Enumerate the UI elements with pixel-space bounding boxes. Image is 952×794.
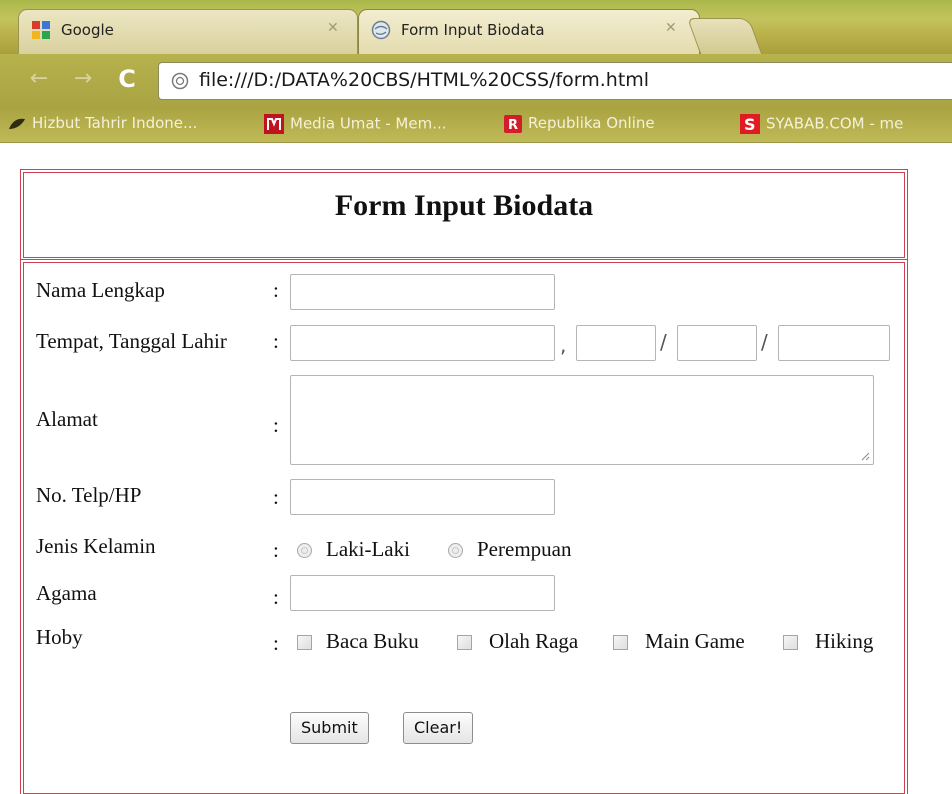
leaf-icon bbox=[9, 118, 25, 129]
bookmark-label: Republika Online bbox=[528, 114, 655, 132]
svg-text:R: R bbox=[508, 118, 518, 133]
colon: : bbox=[273, 413, 279, 437]
nama-label: Nama Lengkap bbox=[36, 278, 165, 302]
comma-separator: , bbox=[560, 333, 567, 357]
bulan-input[interactable] bbox=[677, 325, 757, 361]
telp-label: No. Telp/HP bbox=[36, 483, 142, 507]
close-icon[interactable]: ✕ bbox=[665, 20, 677, 36]
m-logo-icon bbox=[264, 114, 284, 134]
tab-form-title: Form Input Biodata bbox=[401, 21, 545, 39]
svg-text:S: S bbox=[744, 115, 756, 134]
agama-label: Agama bbox=[36, 581, 97, 605]
biodata-form: Nama Lengkap : Tempat, Tanggal Lahir : ,… bbox=[23, 262, 905, 794]
checkbox-main-game[interactable] bbox=[613, 635, 628, 650]
radio-perempuan[interactable] bbox=[448, 543, 463, 558]
bookmark-label: Media Umat - Mem... bbox=[290, 114, 447, 133]
bookmark-label: Hizbut Tahrir Indone... bbox=[32, 114, 198, 132]
colon: : bbox=[273, 538, 279, 562]
option-olah-raga: Olah Raga bbox=[489, 629, 579, 653]
submit-button[interactable]: Submit bbox=[290, 712, 369, 744]
tab-form-input-biodata[interactable]: Form Input Biodata ✕ bbox=[358, 9, 700, 55]
colon: : bbox=[273, 278, 279, 302]
nama-input[interactable] bbox=[290, 274, 555, 310]
back-arrow-icon[interactable]: ← bbox=[26, 66, 52, 92]
colon: : bbox=[273, 485, 279, 509]
telp-input[interactable] bbox=[290, 479, 555, 515]
resize-grip-icon[interactable] bbox=[860, 451, 870, 461]
slash-separator: / bbox=[761, 330, 768, 354]
colon: : bbox=[273, 329, 279, 353]
close-icon[interactable]: ✕ bbox=[327, 20, 339, 36]
checkbox-olah-raga[interactable] bbox=[457, 635, 472, 650]
slash-separator: / bbox=[660, 330, 667, 354]
address-url: file:///D:/DATA%20CBS/HTML%20CSS/form.ht… bbox=[199, 69, 650, 91]
checkbox-hiking[interactable] bbox=[783, 635, 798, 650]
colon: : bbox=[273, 631, 279, 655]
forward-arrow-icon[interactable]: → bbox=[70, 66, 96, 92]
address-bar[interactable]: file:///D:/DATA%20CBS/HTML%20CSS/form.ht… bbox=[158, 62, 952, 100]
reload-icon[interactable]: C bbox=[114, 66, 140, 92]
new-tab-button[interactable] bbox=[687, 18, 763, 56]
checkbox-baca-buku[interactable] bbox=[297, 635, 312, 650]
bookmark-hizbut-tahrir[interactable]: Hizbut Tahrir Indone... bbox=[8, 114, 197, 132]
tab-strip: Google ✕ Form Input Biodata ✕ bbox=[0, 0, 952, 56]
option-perempuan: Perempuan bbox=[477, 537, 572, 561]
agama-input[interactable] bbox=[290, 575, 555, 611]
page-title: Form Input Biodata bbox=[334, 189, 594, 222]
bookmark-republika[interactable]: R Republika Online bbox=[504, 114, 655, 133]
alamat-label: Alamat bbox=[36, 407, 98, 431]
bookmark-syabab[interactable]: S SYABAB.COM - me bbox=[740, 114, 903, 134]
google-favicon-icon bbox=[32, 21, 50, 39]
tab-google[interactable]: Google ✕ bbox=[18, 9, 358, 55]
toolbar: ← → C file:///D:/DATA%20CBS/HTML%20CSS/f… bbox=[0, 54, 952, 106]
kelamin-label: Jenis Kelamin bbox=[36, 534, 156, 558]
option-main-game: Main Game bbox=[645, 629, 745, 653]
alamat-textarea[interactable] bbox=[290, 375, 874, 465]
hoby-label: Hoby bbox=[36, 625, 83, 649]
s-logo-icon: S bbox=[740, 114, 760, 134]
page-icon bbox=[171, 72, 189, 90]
option-hiking: Hiking bbox=[815, 629, 874, 653]
tempat-input[interactable] bbox=[290, 325, 555, 361]
radio-laki-laki[interactable] bbox=[297, 543, 312, 558]
bookmark-media-umat[interactable]: Media Umat - Mem... bbox=[264, 114, 447, 134]
form-header: Form Input Biodata bbox=[23, 172, 905, 258]
option-laki-laki: Laki-Laki bbox=[326, 537, 410, 561]
ttl-label: Tempat, Tanggal Lahir bbox=[36, 329, 227, 353]
page-favicon-icon bbox=[371, 20, 391, 40]
r-logo-icon: R bbox=[504, 114, 522, 133]
page-content: Form Input Biodata Nama Lengkap : Tempat… bbox=[0, 143, 952, 794]
tab-google-title: Google bbox=[61, 21, 114, 39]
tahun-input[interactable] bbox=[778, 325, 890, 361]
colon: : bbox=[273, 585, 279, 609]
tanggal-input[interactable] bbox=[576, 325, 656, 361]
option-baca-buku: Baca Buku bbox=[326, 629, 419, 653]
bookmarks-bar: Hizbut Tahrir Indone... Media Umat - Mem… bbox=[0, 106, 952, 143]
bookmark-label: SYABAB.COM - me bbox=[766, 114, 904, 133]
clear-button[interactable]: Clear! bbox=[403, 712, 474, 744]
